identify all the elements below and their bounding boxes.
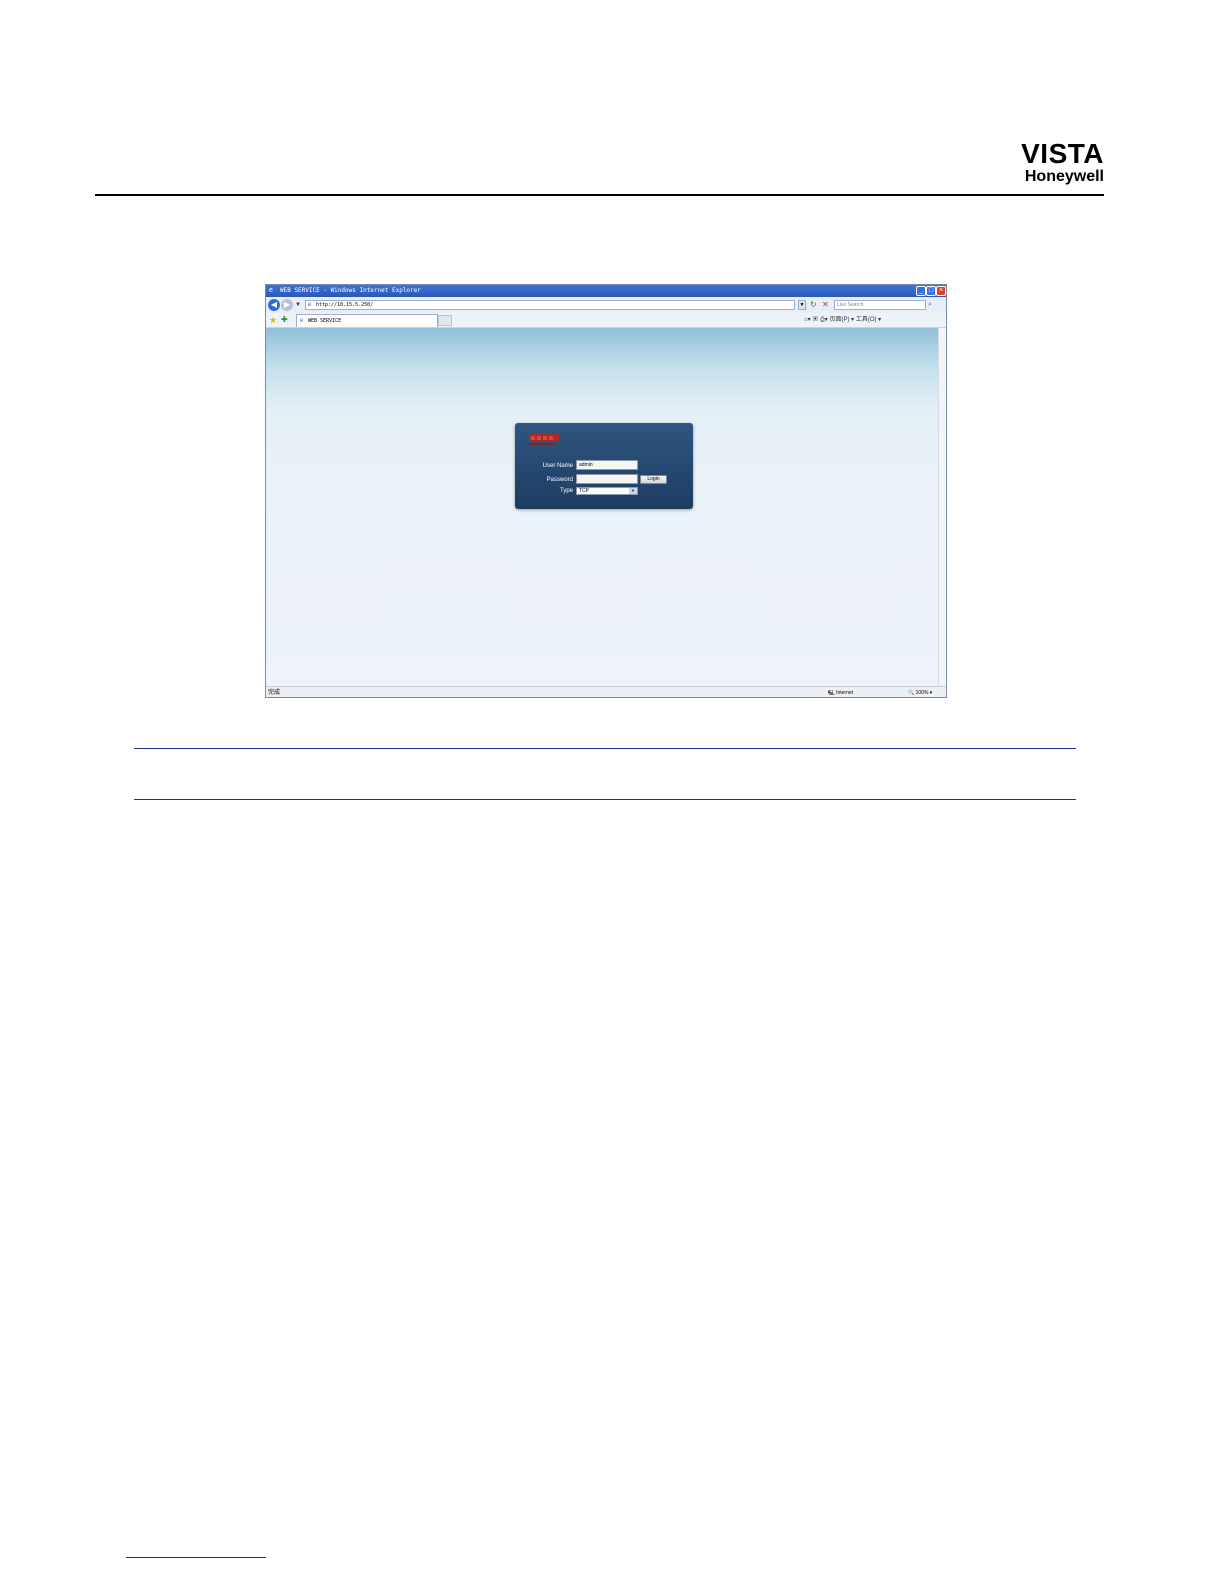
history-dropdown-icon[interactable]: ▼ [295,300,301,310]
maximize-icon[interactable]: □ [926,286,936,296]
back-arrow-icon[interactable]: ◀ [268,299,280,311]
address-bar-row: ◀ ▶ ▼ e http://10.15.5.250/ ▼ ↻ ✕ Live S… [266,297,946,314]
feeds-icon[interactable]: ▣ [812,317,818,323]
close-icon[interactable]: × [936,286,946,296]
minimize-icon[interactable]: _ [916,286,926,296]
type-select[interactable]: TCP ▼ [576,487,638,495]
caption-bottom-rule [134,799,1076,800]
brand-logo-icon [529,434,559,445]
command-bar[interactable]: ⌂▾ ▣ ⎙▾ 页面(P) ▾ 工具(O) ▾ [804,313,946,327]
caption-top-rule [134,748,1076,749]
security-zone: 🖳 Internet [828,690,854,696]
vertical-scrollbar[interactable] [938,328,946,686]
stop-icon[interactable]: ✕ [822,300,829,310]
logo-brand: VISTA [1021,138,1104,169]
command-bar-menus[interactable]: 页面(P) ▾ 工具(O) ▾ [829,317,881,323]
address-input[interactable]: e http://10.15.5.250/ [305,300,795,310]
type-select-value: TCP [579,488,589,494]
vista-honeywell-logo: VISTA Honeywell [1006,140,1104,186]
status-text: 完成 [268,690,281,696]
new-tab-button[interactable] [438,315,452,326]
refresh-icon[interactable]: ↻ [810,300,817,310]
forward-arrow-icon[interactable]: ▶ [281,299,293,311]
search-input[interactable]: Live Search [834,300,926,310]
username-label: User Name [542,463,573,469]
tab-web-service[interactable]: e WEB SERVICE [296,314,438,327]
header-rule [95,194,1104,196]
browser-title-bar: e WEB SERVICE - Windows Internet Explore… [266,285,946,297]
chevron-down-icon: ▼ [629,488,637,494]
tab-page-icon: e [300,318,304,324]
home-icon[interactable]: ⌂▾ [804,317,811,323]
favorites-star-icon[interactable]: ★ [269,314,277,326]
zoom-value: 100% [915,690,929,696]
ie-icon: e [269,287,273,294]
browser-window: e WEB SERVICE - Windows Internet Explore… [265,284,947,698]
password-input[interactable] [576,474,638,484]
add-favorite-icon[interactable]: ✚ [281,314,288,326]
window-title: WEB SERVICE - Windows Internet Explorer [280,287,421,294]
tab-label: WEB SERVICE [308,318,342,324]
login-panel: User Name admin Password Login Type TCP … [515,423,693,509]
footnote-rule [126,1557,266,1558]
status-bar: 完成 🖳 Internet 🔍 100% ▾ [266,686,946,697]
address-dropdown-icon[interactable]: ▼ [798,300,806,310]
username-input[interactable]: admin [576,460,638,470]
zoom-level[interactable]: 🔍 100% ▾ [908,687,932,697]
password-label: Password [546,477,573,483]
tab-row: ★ ✚ e WEB SERVICE ⌂▾ ▣ ⎙▾ 页面(P) ▾ 工具(O) … [266,313,946,328]
search-placeholder: Live Search [837,302,864,308]
page-content: User Name admin Password Login Type TCP … [266,328,938,686]
zone-label: Internet [836,690,854,696]
page-icon: e [308,302,312,308]
login-button[interactable]: Login [640,475,667,484]
logo-subbrand: Honeywell [1024,168,1104,185]
type-label: Type [559,488,573,494]
address-url: http://10.15.5.250/ [316,302,374,308]
print-icon[interactable]: ⎙▾ [820,317,828,323]
search-icon[interactable]: ⌕ [928,300,932,310]
